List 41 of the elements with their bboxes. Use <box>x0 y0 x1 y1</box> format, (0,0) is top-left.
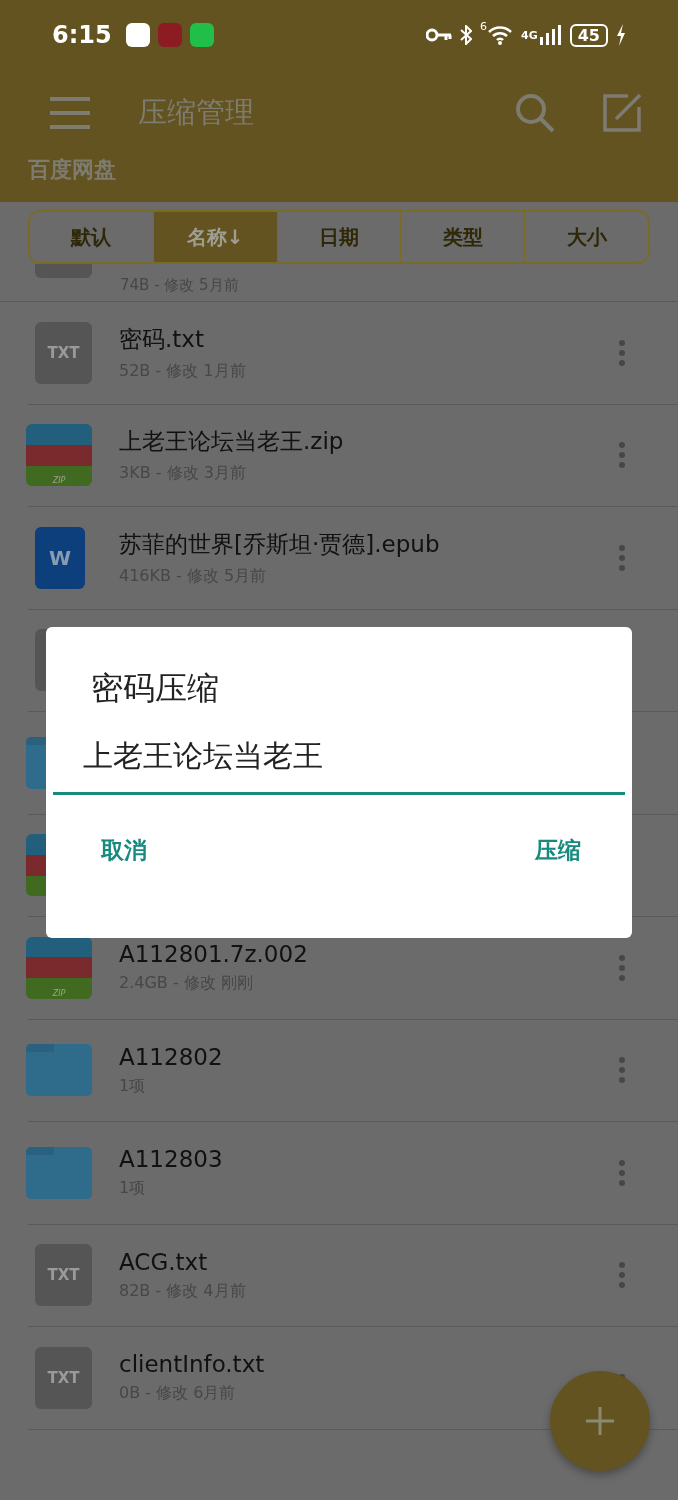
more-options-icon[interactable] <box>618 954 626 981</box>
folder-icon <box>26 1044 92 1097</box>
file-name: 密码.txt <box>119 324 205 354</box>
text-file-icon: TXT <box>35 1244 92 1307</box>
file-name: ACG.txt <box>119 1248 209 1275</box>
status-time: 6:15 <box>52 21 112 49</box>
file-name: 上老王论坛当老王.zip <box>119 427 345 457</box>
sort-tab[interactable]: 名称↓ <box>153 212 278 262</box>
signal-icon <box>539 25 562 45</box>
more-options-icon[interactable] <box>618 339 626 366</box>
file-name: 苏菲的世界[乔斯坦·贾德].epub <box>119 529 441 559</box>
add-button[interactable] <box>550 1371 650 1471</box>
search-icon[interactable] <box>514 91 556 134</box>
wifi-label: 6 <box>480 20 488 33</box>
menu-icon[interactable] <box>48 94 92 131</box>
sort-tab[interactable]: 默认 <box>30 212 154 262</box>
key-icon <box>426 27 453 43</box>
file-name: A112801.7z.002 <box>119 941 309 968</box>
more-options-icon[interactable] <box>618 442 626 469</box>
network-label: 4G <box>521 28 538 42</box>
bluetooth-icon <box>460 25 473 45</box>
wifi-icon <box>487 25 514 45</box>
app-title: 压缩管理 <box>138 93 254 131</box>
more-options-icon[interactable] <box>618 544 626 571</box>
battery-indicator: 45 <box>569 23 608 47</box>
file-name: A112803 <box>119 1146 224 1173</box>
text-file-icon: TXT <box>35 1346 92 1409</box>
location-label: 百度网盘 <box>28 157 116 182</box>
text-file-icon: TXT <box>35 321 92 384</box>
file-icon <box>35 264 92 278</box>
file-name: A112802 <box>119 1043 224 1070</box>
folder-icon <box>26 1146 92 1199</box>
charging-icon <box>616 24 626 46</box>
document-icon: W <box>35 526 85 589</box>
more-options-icon[interactable] <box>618 1159 626 1186</box>
more-options-icon[interactable] <box>618 1262 626 1289</box>
more-options-icon[interactable] <box>618 1057 626 1084</box>
plus-icon <box>586 1407 614 1435</box>
dialog-title: 密码压缩 <box>90 668 220 709</box>
edit-icon[interactable] <box>602 92 642 133</box>
file-name: clientInfo.txt <box>119 1351 266 1378</box>
